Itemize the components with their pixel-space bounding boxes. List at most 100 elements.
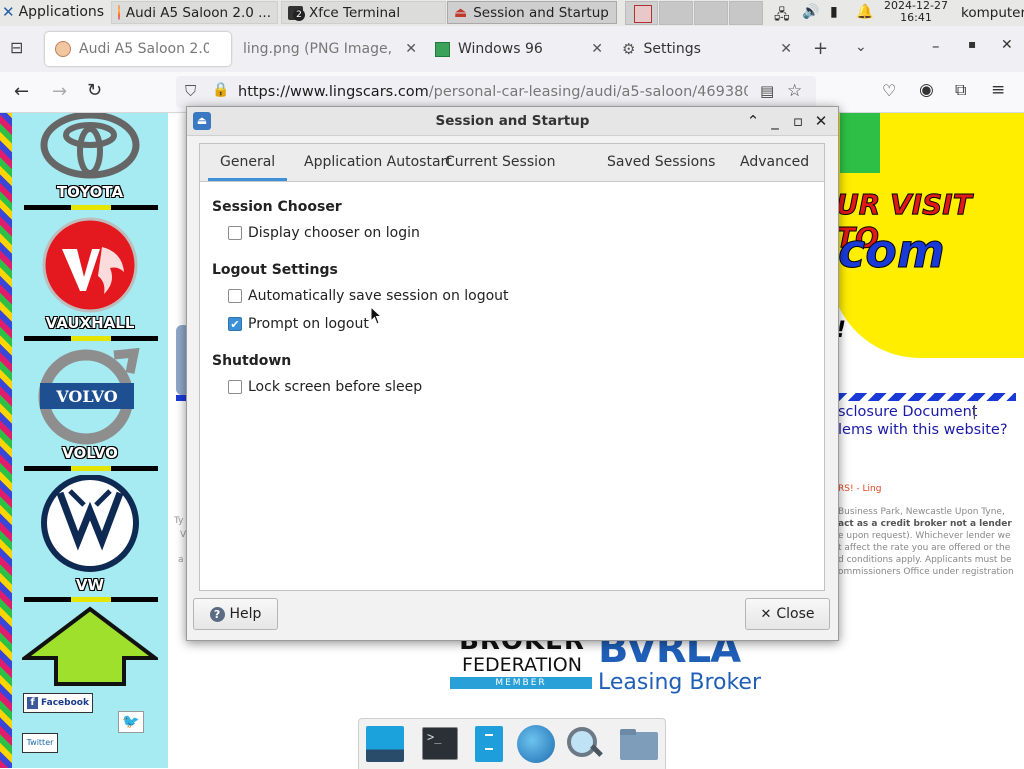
web-browser-globe-icon[interactable] xyxy=(515,724,555,764)
checkbox[interactable] xyxy=(228,226,242,240)
option-label: Prompt on logout xyxy=(248,316,369,332)
workspace-3[interactable] xyxy=(694,1,728,25)
mouse-cursor-icon xyxy=(370,306,383,325)
option-auto-save-session[interactable]: Automatically save session on logout xyxy=(228,287,509,305)
minimize-window-icon[interactable]: – xyxy=(932,37,940,55)
brand-name: VAUXHALL xyxy=(45,314,135,332)
search-icon[interactable] xyxy=(564,724,604,764)
url-host: https://www.lingscars.com xyxy=(238,84,429,100)
close-window-icon[interactable]: ✕ xyxy=(1001,37,1013,53)
forward-arrow-icon[interactable]: → xyxy=(52,81,67,102)
settings-notebook: General Application Autostart Current Se… xyxy=(199,143,825,591)
pocket-icon[interactable]: ♡ xyxy=(882,81,896,100)
tab-label: ling.png (PNG Image, 4 xyxy=(243,41,391,57)
bookmark-star-icon[interactable]: ☆ xyxy=(787,81,802,101)
tab-saved-sessions[interactable]: Saved Sessions xyxy=(595,144,727,180)
task-label: Session and Startup xyxy=(473,4,609,21)
tab-ling-png[interactable]: ling.png (PNG Image, 4 ✕ xyxy=(233,32,427,66)
help-button[interactable]: ? Help xyxy=(193,598,278,630)
favicon-icon xyxy=(55,41,71,57)
chevron-down-icon[interactable]: ⌄ xyxy=(855,39,867,55)
tab-label: Audi A5 Saloon 2.0 xyxy=(79,41,209,57)
tab-overview-icon[interactable]: ⊟ xyxy=(10,38,23,57)
maximize-window-icon[interactable]: ▪ xyxy=(968,37,976,51)
folder-icon[interactable] xyxy=(619,724,659,764)
url-path: /personal-car-leasing/audi/a5-saloon/469… xyxy=(428,84,748,100)
workspace-4[interactable] xyxy=(729,1,763,25)
workspace-2[interactable] xyxy=(659,1,693,25)
brand-vauxhall[interactable]: VAUXHALL xyxy=(22,217,158,342)
close-label: Close xyxy=(776,606,815,622)
vw-logo-icon xyxy=(41,475,139,572)
notification-bell-icon[interactable]: 🔔 xyxy=(856,4,873,20)
problems-link[interactable]: lems with this website? xyxy=(838,422,1008,438)
brand-vw[interactable]: VW xyxy=(22,475,158,605)
scroll-up-arrow-icon[interactable] xyxy=(22,606,158,688)
option-display-chooser[interactable]: Display chooser on login xyxy=(228,224,420,242)
tab-windows-96[interactable]: Windows 96 ✕ xyxy=(425,32,613,66)
shade-icon[interactable]: ⌃ xyxy=(743,111,763,131)
tab-current-session[interactable]: Current Session xyxy=(433,144,567,180)
tab-general[interactable]: General xyxy=(208,144,288,181)
checkbox[interactable] xyxy=(228,380,242,394)
tab-label: Settings xyxy=(643,41,701,57)
twitter-bird-icon[interactable]: 🐦 xyxy=(118,711,144,733)
brand-toyota[interactable]: TOYOTA xyxy=(22,113,158,213)
menu-hamburger-icon[interactable]: ≡ xyxy=(991,80,1005,100)
session-icon xyxy=(634,5,652,23)
task-firefox[interactable]: Audi A5 Saloon 2.0 ... xyxy=(111,1,278,24)
close-icon[interactable]: ✕ xyxy=(811,111,831,131)
checkbox[interactable] xyxy=(228,289,242,303)
terminal-icon[interactable]: >_ xyxy=(420,724,460,764)
task-label: Xfce Terminal xyxy=(309,4,401,21)
broker-member-ribbon: MEMBER xyxy=(450,677,592,689)
url-text: https://www.lingscars.com/personal-car-l… xyxy=(238,84,748,100)
account-icon[interactable]: ◉ xyxy=(919,80,934,100)
reload-icon[interactable]: ↻ xyxy=(87,80,102,101)
applications-menu[interactable]: ✕ Applications ⋮ xyxy=(2,3,121,21)
clock[interactable]: 2024-12-27 16:41 xyxy=(880,0,952,24)
twitter-link[interactable]: Twitter xyxy=(22,733,58,753)
shield-icon[interactable]: ⛉ xyxy=(185,82,196,100)
svg-text:VOLVO: VOLVO xyxy=(55,387,118,406)
option-lock-screen[interactable]: Lock screen before sleep xyxy=(228,378,422,396)
help-icon: ? xyxy=(209,606,225,622)
reader-view-icon[interactable]: ▤ xyxy=(760,82,774,100)
close-tab-icon[interactable]: ✕ xyxy=(780,41,792,57)
terminal-icon: 2 xyxy=(288,5,305,21)
extensions-icon[interactable]: ⧉ xyxy=(955,80,966,100)
top-panel: ✕ Applications ⋮ Audi A5 Saloon 2.0 ... … xyxy=(0,0,1024,27)
lock-icon[interactable]: 🔒 xyxy=(212,82,229,98)
workspace-1[interactable] xyxy=(625,1,658,25)
close-tab-icon[interactable]: ✕ xyxy=(405,41,417,57)
option-prompt-on-logout[interactable]: ✔ Prompt on logout xyxy=(228,315,369,333)
tab-audi[interactable]: Audi A5 Saloon 2.0 xyxy=(45,32,231,66)
vauxhall-logo-icon xyxy=(42,217,138,313)
maximize-icon[interactable]: ▫ xyxy=(788,111,808,131)
option-label: Display chooser on login xyxy=(248,225,420,241)
task-session-startup[interactable]: ⏏ Session and Startup xyxy=(447,1,617,24)
network-icon[interactable]: 🖧 xyxy=(774,4,790,28)
facebook-link[interactable]: f Facebook xyxy=(23,693,93,713)
minimize-icon[interactable]: _ xyxy=(765,111,785,131)
new-tab-button[interactable]: + xyxy=(813,38,828,59)
tab-settings[interactable]: ⚙ Settings ✕ xyxy=(612,32,802,66)
file-manager-icon[interactable] xyxy=(469,724,509,764)
bvrla-sub: Leasing Broker xyxy=(598,670,762,695)
close-button[interactable]: ✕ Close xyxy=(745,598,830,630)
task-terminal[interactable]: 2 Xfce Terminal xyxy=(281,1,446,24)
user-menu[interactable]: komputer xyxy=(961,5,1024,21)
close-x-icon: ✕ xyxy=(760,606,772,622)
show-desktop-icon[interactable] xyxy=(364,724,404,764)
volume-icon[interactable]: 🔊 xyxy=(802,4,819,20)
close-tab-icon[interactable]: ✕ xyxy=(591,41,603,57)
tab-advanced[interactable]: Advanced xyxy=(728,144,821,180)
battery-icon[interactable]: ▮ xyxy=(830,4,838,20)
checkbox-checked[interactable]: ✔ xyxy=(228,317,242,331)
dialog-titlebar[interactable]: ⏏ Session and Startup ⌃ _ ▫ ✕ xyxy=(187,107,838,136)
brand-volvo[interactable]: VOLVO VOLVO xyxy=(22,347,158,472)
brand-sidebar: TOYOTA VAUXHALL VOLVO VOLVO VW f Faceboo… xyxy=(12,113,168,768)
disclosure-document-link[interactable]: sclosure Document xyxy=(838,404,977,420)
url-bar[interactable]: ⛉ 🔒 https://www.lingscars.com/personal-c… xyxy=(176,76,816,108)
back-arrow-icon[interactable]: ← xyxy=(14,81,29,102)
